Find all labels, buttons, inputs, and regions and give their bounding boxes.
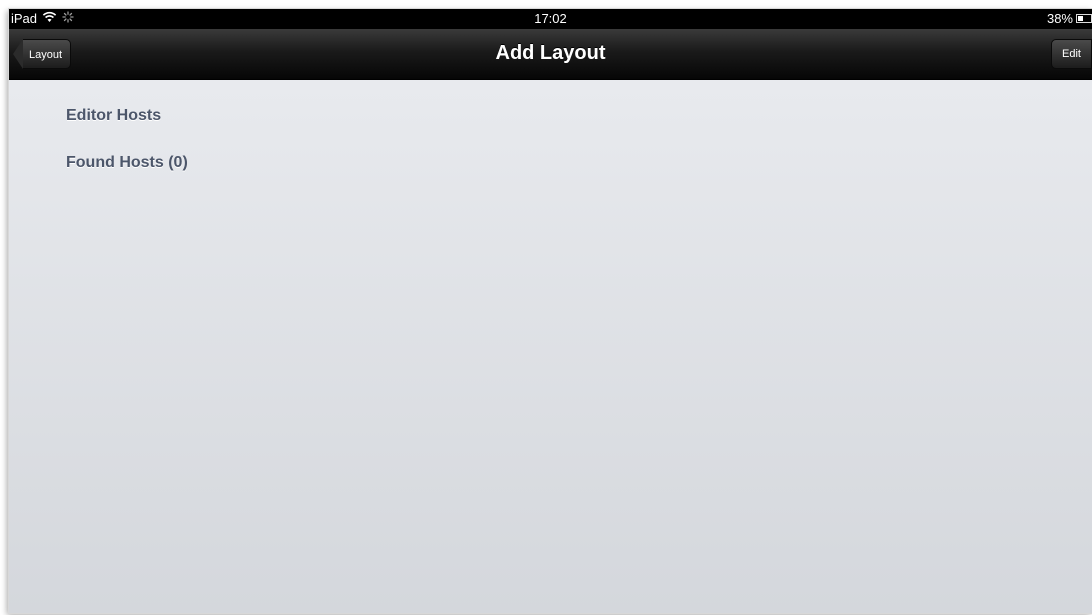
status-bar: iPad 17:02 38% xyxy=(9,9,1092,29)
edit-button[interactable]: Edit xyxy=(1051,39,1092,69)
status-right: 38% xyxy=(1047,11,1092,26)
section-header-editor-hosts: Editor Hosts xyxy=(66,107,162,124)
section-header-found-hosts: Found Hosts (0) xyxy=(66,154,188,171)
battery-fill xyxy=(1078,16,1083,21)
battery-percent: 38% xyxy=(1046,11,1073,26)
app-window: iPad 17:02 38% Layout Add Layout Edit Ed… xyxy=(9,9,1092,613)
page-title: Add Layout xyxy=(495,42,606,64)
content-area: Editor Hosts Found Hosts (0) xyxy=(9,80,1092,613)
status-time: 17:02 xyxy=(534,11,567,26)
battery-icon xyxy=(1076,14,1092,23)
navigation-bar: Layout Add Layout Edit xyxy=(9,29,1092,80)
